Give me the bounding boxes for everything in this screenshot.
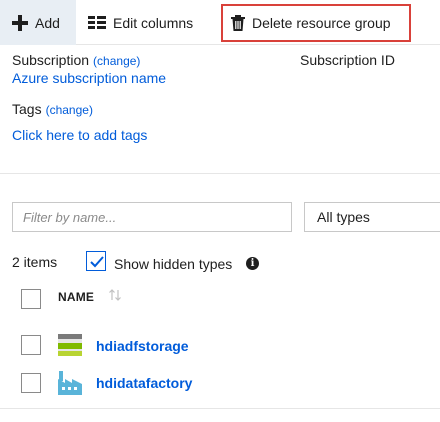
subscription-change-link[interactable]: (change) bbox=[93, 54, 140, 68]
resource-link-hdiadfstorage[interactable]: hdiadfstorage bbox=[96, 338, 189, 354]
tags-label: Tags (change) bbox=[12, 101, 93, 117]
edit-columns-label: Edit columns bbox=[113, 14, 194, 31]
trash-icon bbox=[231, 15, 245, 31]
delete-resource-group-button[interactable]: Delete resource group bbox=[221, 4, 411, 42]
subscription-label: Subscription (change) bbox=[12, 52, 140, 68]
delete-resource-group-label: Delete resource group bbox=[252, 15, 391, 31]
storage-account-icon bbox=[58, 333, 82, 362]
row-checkbox[interactable] bbox=[21, 373, 41, 393]
show-hidden-types-label: Show hidden types bbox=[114, 256, 233, 272]
resource-group-page: Add Edit columns Delete resource group S… bbox=[0, 0, 440, 422]
show-hidden-types-checkbox[interactable] bbox=[86, 251, 106, 271]
section-divider bbox=[0, 173, 440, 174]
type-filter-dropdown[interactable]: All types bbox=[304, 202, 440, 232]
list-bottom-divider bbox=[0, 408, 440, 409]
command-bar: Add Edit columns Delete resource group bbox=[0, 0, 440, 45]
resource-link-hdidatafactory[interactable]: hdidatafactory bbox=[96, 375, 192, 391]
info-icon[interactable]: i bbox=[246, 257, 259, 270]
subscription-label-text: Subscription bbox=[12, 52, 90, 68]
columns-icon bbox=[88, 15, 106, 30]
tags-change-link[interactable]: (change) bbox=[46, 103, 93, 117]
checkmark-icon bbox=[90, 256, 104, 268]
plus-icon bbox=[12, 14, 28, 31]
subscription-id-label: Subscription ID bbox=[300, 52, 395, 68]
row-checkbox[interactable] bbox=[21, 335, 41, 355]
column-header-name[interactable]: NAME bbox=[58, 290, 94, 304]
add-button-label: Add bbox=[35, 14, 60, 31]
filter-by-name-input[interactable] bbox=[12, 202, 292, 232]
subscription-name-link[interactable]: Azure subscription name bbox=[12, 70, 166, 86]
items-count: 2 items bbox=[12, 254, 58, 270]
edit-columns-button[interactable]: Edit columns bbox=[88, 0, 213, 45]
select-all-checkbox[interactable] bbox=[21, 289, 41, 309]
add-tags-link[interactable]: Click here to add tags bbox=[12, 127, 147, 143]
add-button[interactable]: Add bbox=[12, 0, 74, 45]
data-factory-icon bbox=[58, 369, 82, 400]
sort-icon[interactable] bbox=[108, 288, 122, 307]
tags-label-text: Tags bbox=[12, 101, 42, 117]
